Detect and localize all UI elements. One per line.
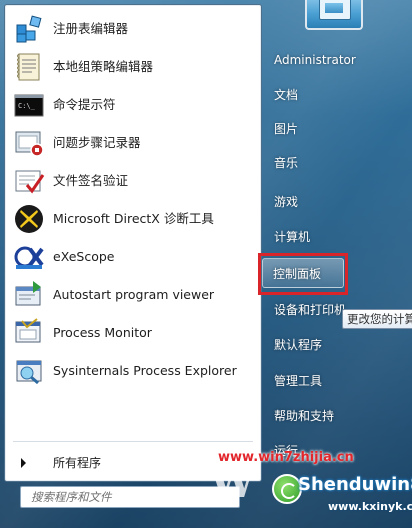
program-label: Sysinternals Process Explorer	[53, 363, 237, 378]
item-label: 音乐	[274, 156, 299, 170]
program-process-monitor[interactable]: Process Monitor	[7, 315, 259, 351]
signature-verification-icon	[15, 170, 45, 194]
steps-recorder-icon	[15, 131, 44, 157]
program-label: 文件签名验证	[53, 173, 129, 188]
user-name-link[interactable]: Administrator	[266, 45, 412, 75]
program-label: eXeScope	[53, 249, 115, 264]
monitor-icon	[319, 0, 351, 20]
item-label: 游戏	[274, 195, 299, 209]
item-label: 帮助和支持	[274, 409, 335, 423]
process-explorer-icon	[16, 360, 42, 385]
item-label: 图片	[274, 122, 299, 136]
documents-link[interactable]: 文档	[266, 80, 412, 110]
item-label: 管理工具	[274, 374, 323, 388]
svg-text:C:\_: C:\_	[18, 102, 36, 110]
item-label: 默认程序	[274, 338, 323, 352]
directx-icon	[15, 205, 43, 233]
item-label: Administrator	[274, 53, 356, 67]
process-monitor-icon	[15, 318, 41, 343]
program-label: Microsoft DirectX 诊断工具	[53, 211, 214, 226]
start-menu: 注册表编辑器 本地组策略编辑器 C:\_ 命令提示符 问题步骤记录器 文件签名验…	[0, 0, 412, 528]
program-command-prompt[interactable]: C:\_ 命令提示符	[7, 87, 259, 123]
item-label: 设备和打印机	[274, 303, 347, 317]
item-label: 运行...	[274, 444, 310, 458]
program-label: 问题步骤记录器	[53, 135, 141, 150]
separator	[13, 441, 253, 442]
program-autostart-viewer[interactable]: Autostart program viewer	[7, 277, 259, 313]
programs-pane: 注册表编辑器 本地组策略编辑器 C:\_ 命令提示符 问题步骤记录器 文件签名验…	[4, 4, 262, 482]
program-steps-recorder[interactable]: 问题步骤记录器	[7, 125, 259, 161]
watermark-badge-icon	[272, 474, 302, 504]
autostart-icon	[15, 281, 41, 306]
pictures-link[interactable]: 图片	[266, 114, 412, 144]
command-prompt-icon: C:\_	[14, 94, 44, 117]
watermark-url-bottom: www.kxinyk.com	[328, 500, 412, 513]
program-signature-verification[interactable]: 文件签名验证	[7, 163, 259, 199]
music-link[interactable]: 音乐	[266, 148, 412, 178]
exescope-icon	[14, 246, 44, 269]
program-label: 本地组策略编辑器	[53, 59, 154, 74]
all-programs-label: 所有程序	[53, 456, 102, 470]
program-label: Process Monitor	[53, 325, 152, 340]
admin-tools-link[interactable]: 管理工具	[266, 366, 412, 396]
group-policy-icon	[17, 53, 40, 81]
user-picture[interactable]	[305, 0, 363, 30]
control-panel-link[interactable]: 控制面板	[262, 258, 344, 288]
all-programs-button[interactable]: 所有程序	[15, 451, 255, 475]
item-label: 计算机	[274, 230, 311, 244]
games-link[interactable]: 游戏	[266, 187, 412, 217]
control-panel-tooltip: 更改您的计算	[342, 309, 412, 329]
program-exescope[interactable]: eXeScope	[7, 239, 259, 275]
program-directx-diagnostic[interactable]: Microsoft DirectX 诊断工具	[7, 201, 259, 237]
program-label: 命令提示符	[53, 97, 116, 112]
arrow-right-icon	[21, 458, 26, 468]
watermark-brand: Shenduwin8.com	[298, 474, 412, 495]
run-link[interactable]: 运行...	[266, 436, 412, 466]
program-registry-editor[interactable]: 注册表编辑器	[7, 11, 259, 47]
program-group-policy-editor[interactable]: 本地组策略编辑器	[7, 49, 259, 85]
default-programs-link[interactable]: 默认程序	[266, 330, 412, 360]
program-label: 注册表编辑器	[53, 21, 129, 36]
item-label: 文档	[274, 88, 299, 102]
help-support-link[interactable]: 帮助和支持	[266, 401, 412, 431]
item-label: 控制面板	[273, 267, 322, 281]
program-process-explorer[interactable]: Sysinternals Process Explorer	[7, 353, 259, 389]
computer-link[interactable]: 计算机	[266, 222, 412, 252]
search-input[interactable]	[20, 486, 240, 508]
registry-editor-icon	[16, 15, 42, 43]
program-label: Autostart program viewer	[53, 287, 215, 302]
